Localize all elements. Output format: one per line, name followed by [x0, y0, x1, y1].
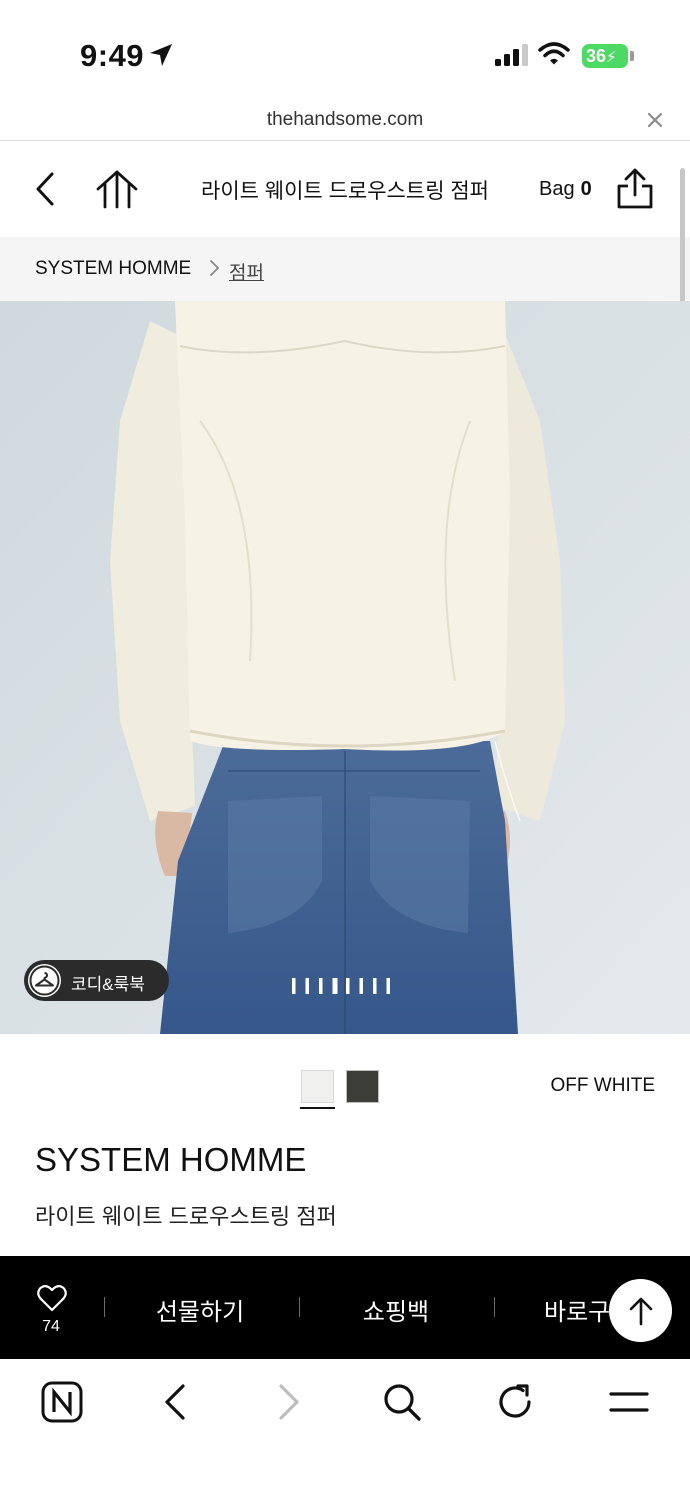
location-arrow-icon [150, 44, 172, 66]
browser-back-icon[interactable] [160, 1381, 190, 1423]
coordi-label: 코디&룩북 [71, 975, 145, 994]
bag-count: 0 [580, 178, 592, 200]
naver-icon[interactable] [41, 1381, 83, 1423]
page-title: 라이트 웨이트 드로우스트링 점퍼 [201, 180, 489, 203]
back-icon[interactable] [34, 171, 56, 207]
wifi-icon [538, 42, 570, 65]
product-brand[interactable]: SYSTEM HOMME [35, 1141, 306, 1179]
home-icon[interactable] [96, 169, 138, 209]
bag-label: Bag [539, 178, 575, 200]
battery-indicator: 36⚡ [582, 44, 628, 68]
coordi-icon-wrap [28, 964, 61, 997]
slide-dot[interactable] [332, 978, 338, 994]
purchase-action-bar: 74 선물하기 쇼핑백 바로구매 [0, 1256, 690, 1359]
bag-button[interactable]: Bag 0 [539, 178, 592, 201]
product-name: 라이트 웨이트 드로우스트링 점퍼 [35, 1204, 337, 1229]
arrow-up-icon [629, 1297, 653, 1326]
slide-dot[interactable] [292, 978, 296, 994]
share-icon[interactable] [616, 168, 654, 210]
color-swatch-dark[interactable] [346, 1070, 379, 1103]
coordi-lookbook-button[interactable]: 코디&룩북 [24, 960, 169, 1001]
browser-forward-icon[interactable] [274, 1381, 304, 1423]
product-photo [0, 301, 690, 1034]
breadcrumb-category[interactable]: 점퍼 [229, 258, 264, 285]
shopping-bag-button[interactable]: 쇼핑백 [316, 1292, 476, 1327]
gift-button[interactable]: 선물하기 [120, 1292, 280, 1327]
color-swatch-off-white[interactable] [301, 1070, 334, 1103]
signal-icon [495, 44, 528, 66]
menu-icon[interactable] [608, 1381, 650, 1423]
url-bar[interactable]: thehandsome.com [0, 100, 690, 141]
selected-color-name: OFF WHITE [550, 1075, 655, 1096]
divider [104, 1297, 105, 1317]
product-image[interactable]: 코디&룩북 [0, 301, 690, 1034]
heart-icon[interactable] [37, 1284, 67, 1312]
like-count: 74 [42, 1318, 60, 1335]
slide-indicator[interactable] [292, 977, 402, 995]
hanger-icon [29, 965, 60, 996]
slide-dot[interactable] [386, 978, 391, 994]
search-icon[interactable] [381, 1381, 423, 1423]
site-header: 라이트 웨이트 드로우스트링 점퍼 Bag 0 [0, 141, 690, 237]
url-text[interactable]: thehandsome.com [0, 109, 690, 131]
slide-dot[interactable] [305, 978, 310, 994]
slide-dot[interactable] [373, 978, 377, 994]
status-time: 9:49 [80, 38, 145, 73]
battery-tip [630, 51, 634, 61]
slide-dot[interactable] [319, 978, 323, 994]
selected-swatch-underline [300, 1107, 335, 1109]
browser-toolbar [0, 1359, 690, 1500]
scroll-to-top-button[interactable] [609, 1279, 672, 1342]
breadcrumb-brand[interactable]: SYSTEM HOMME [35, 258, 191, 280]
battery-level: 36 [586, 46, 607, 66]
breadcrumb: SYSTEM HOMME 점퍼 [0, 237, 690, 301]
slide-dot[interactable] [346, 978, 350, 994]
divider [299, 1297, 300, 1317]
chevron-right-icon [210, 260, 220, 276]
status-bar: 9:49 36⚡ [0, 0, 690, 100]
refresh-icon[interactable] [496, 1381, 536, 1423]
divider [494, 1297, 495, 1317]
close-icon[interactable] [645, 110, 665, 130]
slide-dot[interactable] [359, 978, 364, 994]
